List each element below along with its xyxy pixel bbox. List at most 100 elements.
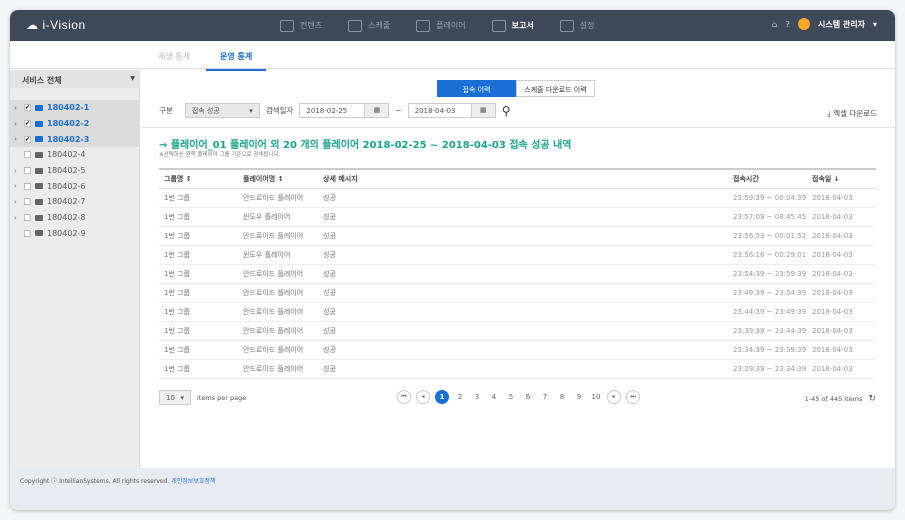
checkbox[interactable] [24,229,31,237]
table-row[interactable]: 1번 그룹 안드로이드 플레이어 성공 23:59:39 ~ 00:04:39 2018… [159,188,876,208]
first-page-icon[interactable]: ⏮ [397,390,411,404]
refresh-icon[interactable]: ↻ [868,394,876,404]
chevron-right-icon[interactable]: › [14,182,20,190]
chevron-right-icon[interactable]: › [14,198,20,206]
table-row[interactable]: 1번 그룹 윈도우 플레이어 성공 23:57:09 ~ 08:45:45 2018-0… [159,207,876,227]
page-8[interactable]: 8 [556,393,568,401]
checkbox[interactable]: ✔ [24,120,31,128]
checkbox[interactable] [24,167,31,175]
table-cell: 2018-04-03 [807,226,876,246]
page-2[interactable]: 2 [454,393,466,401]
page-1[interactable]: 1 [435,390,449,404]
tree-node[interactable]: 180402-9 [10,226,139,242]
group-tree: › ✔ 180402-1 › ✔ 180402-2 › ✔ 180402-3 180402-4 › 1… [10,100,139,241]
table-row[interactable]: 1번 그룹 안드로이드 플레이어 성공 23:29:39 ~ 23:34:39 2018… [159,359,876,379]
next-page-icon[interactable]: ▸ [607,390,621,404]
page-9[interactable]: 9 [573,393,585,401]
tree-node[interactable]: › 180402-6 [10,178,139,194]
tree-node[interactable]: › 180402-8 [10,210,139,226]
sub-nav: 재생 통계 운영 통계 [10,41,895,71]
column-group[interactable]: 그룹명 ↕ [159,168,238,189]
tab-play-stats[interactable]: 재생 통계 [158,51,190,62]
chevron-right-icon[interactable]: › [14,120,20,128]
nav-monitor[interactable]: 플레이어 [416,19,466,32]
checkbox[interactable] [24,151,31,159]
table-cell: 23:39:39 ~ 23:44:39 [728,321,807,341]
nav-document[interactable]: 보고서 [491,19,534,32]
page-5[interactable]: 5 [505,393,517,401]
page-6[interactable]: 6 [522,393,534,401]
per-page-select[interactable]: 10 ▾ [159,390,191,405]
checkbox[interactable]: ✔ [24,104,31,112]
type-label: 구분 [159,106,173,115]
search-icon[interactable]: ⚲ [502,104,511,118]
chevron-right-icon[interactable]: › [14,135,20,143]
avatar [798,18,811,30]
table-cell: 23:56:53 ~ 00:01:52 [728,226,807,246]
page-4[interactable]: 4 [488,393,500,401]
user-menu[interactable]: 시스템 관리자 [818,19,865,30]
calendar-icon[interactable]: ▦ [365,103,390,118]
main-content: 접속 이력 스케줄 다운로드 이력 구분 접속 성공 ▾ 검색일자 2018-02… [141,70,895,468]
table-cell: 2018-04-03 [807,321,876,341]
date-from-input[interactable]: 2018-02-25 [299,103,366,118]
page-3[interactable]: 3 [471,393,483,401]
tab-schedule-download-history[interactable]: 스케줄 다운로드 이력 [516,80,595,97]
help-icon[interactable]: ? [785,20,790,29]
chevron-right-icon[interactable]: › [14,104,20,112]
column-player[interactable]: 플레이어명 ↕ [238,168,318,189]
prev-page-icon[interactable]: ◂ [416,390,430,404]
excel-download-button[interactable]: ⤓ 엑셀 다운로드 [827,108,877,119]
table-cell: 23:56:16 ~ 00:29:01 [728,245,807,265]
checkbox[interactable] [24,214,31,222]
table-row[interactable]: 1번 그룹 안드로이드 플레이어 성공 23:44:39 ~ 23:49:39 2018… [159,302,876,322]
table-cell: 2018-04-03 [807,207,876,227]
checkbox[interactable] [24,182,31,190]
table-cell: 23:29:39 ~ 23:34:39 [728,359,807,379]
logo[interactable]: ☁ i-Vision [26,18,86,32]
tree-node[interactable]: 180402-4 [10,147,139,163]
chevron-right-icon[interactable]: › [14,167,20,175]
table-cell: 1번 그룹 [159,207,238,227]
table-row[interactable]: 1번 그룹 윈도우 플레이어 성공 23:56:16 ~ 00:29:01 2018-0… [159,245,876,265]
table-cell: 23:59:39 ~ 00:04:39 [728,188,807,208]
date-to-input[interactable]: 2018-04-03 [407,103,472,118]
tab-connection-history[interactable]: 접속 이력 [437,80,516,97]
column-date[interactable]: 접속일 ↓ [807,168,876,189]
table-cell: 23:44:39 ~ 23:49:39 [728,302,807,322]
folder-icon [35,136,43,143]
nav-gear[interactable]: 설정 [559,19,594,32]
checkbox[interactable] [24,198,31,206]
folder-icon [35,214,43,221]
table-row[interactable]: 1번 그룹 안드로이드 플레이어 성공 23:34:39 ~ 23:39:39 2018… [159,340,876,360]
calendar-icon[interactable]: ▦ [471,103,496,118]
table-cell: 1번 그룹 [159,340,238,360]
page-7[interactable]: 7 [539,393,551,401]
table-cell: 23:49:39 ~ 23:54:39 [728,283,807,303]
tree-node[interactable]: › ✔ 180402-1 [10,100,139,116]
tab-operation-stats[interactable]: 운영 통계 [206,51,267,71]
table-row[interactable]: 1번 그룹 안드로이드 플레이어 성공 23:56:53 ~ 00:01:52 2018… [159,226,876,246]
table-cell: 2018-04-03 [807,340,876,360]
checkbox[interactable]: ✔ [24,135,31,143]
chevron-down-icon[interactable]: ▾ [873,20,877,29]
service-select[interactable]: 서비스 전체 ▼ [10,70,139,88]
table-row[interactable]: 1번 그룹 안드로이드 플레이어 성공 23:54:39 ~ 23:59:39 2018… [159,264,876,284]
nav-shapes[interactable]: 컨텐츠 [280,19,322,32]
table-row[interactable]: 1번 그룹 안드로이드 플레이어 성공 23:49:39 ~ 23:54:39 2018… [159,283,876,303]
chevron-right-icon[interactable]: › [14,214,20,222]
tree-node[interactable]: › 180402-7 [10,194,139,210]
type-select[interactable]: 접속 성공 ▾ [184,103,260,118]
tree-node[interactable]: › 180402-5 [10,163,139,179]
tree-node[interactable]: › ✔ 180402-2 [10,115,139,132]
table-cell: 성공 [318,188,728,208]
table-cell: 23:57:09 ~ 08:45:45 [728,207,807,227]
table-cell: 1번 그룹 [159,321,238,341]
privacy-link[interactable]: 개인정보보호정책 [171,478,215,485]
page-10[interactable]: 10 [590,393,602,401]
nav-calendar[interactable]: 스케줄 [348,19,390,32]
tree-node[interactable]: › ✔ 180402-3 [10,131,139,148]
last-page-icon[interactable]: ⏭ [626,390,640,404]
table-row[interactable]: 1번 그룹 안드로이드 플레이어 성공 23:39:39 ~ 23:44:39 2018… [159,321,876,341]
home-icon[interactable]: ⌂ [772,20,778,29]
